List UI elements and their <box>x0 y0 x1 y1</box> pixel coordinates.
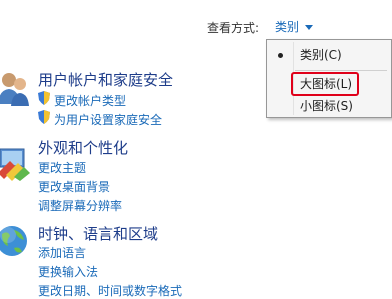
menu-item-label: 大图标(L) <box>300 77 353 91</box>
menu-item-label: 小图标(S) <box>300 99 353 113</box>
link-change-desktop-background[interactable]: 更改桌面背景 <box>38 178 110 195</box>
users-icon <box>0 73 29 106</box>
shield-icon <box>38 110 50 124</box>
category-title[interactable]: 时钟、语言和区域 <box>38 223 158 244</box>
shield-icon <box>38 91 50 105</box>
menu-item-label: 类别(C) <box>300 48 342 62</box>
category-title[interactable]: 用户帐户和家庭安全 <box>38 69 173 90</box>
view-by-label: 查看方式: <box>207 21 260 35</box>
link-add-language[interactable]: 添加语言 <box>38 244 86 261</box>
view-by-menu: 类别(C) 大图标(L) 小图标(S) <box>266 39 392 118</box>
link-change-account-type[interactable]: 更改帐户类型 <box>54 92 126 109</box>
link-family-safety[interactable]: 为用户设置家庭安全 <box>54 111 162 128</box>
clock-globe-icon <box>0 226 27 256</box>
chevron-down-icon <box>305 25 314 30</box>
menu-item-small-icons[interactable]: 小图标(S) <box>267 95 391 117</box>
menu-item-category[interactable]: 类别(C) <box>267 44 391 66</box>
view-by-value: 类别 <box>275 20 300 34</box>
link-change-date-time-format[interactable]: 更改日期、时间或数字格式 <box>38 282 182 299</box>
view-by-dropdown[interactable]: 类别 <box>268 15 324 37</box>
radio-dot-icon <box>278 53 283 58</box>
category-title[interactable]: 外观和个性化 <box>38 137 128 158</box>
link-adjust-resolution[interactable]: 调整屏幕分辨率 <box>38 197 122 214</box>
link-change-theme[interactable]: 更改主题 <box>38 159 86 176</box>
link-change-input-method[interactable]: 更换输入法 <box>38 263 98 280</box>
menu-item-large-icons[interactable]: 大图标(L) <box>267 72 391 96</box>
menu-separator <box>295 70 387 71</box>
appearance-icon <box>0 148 30 181</box>
